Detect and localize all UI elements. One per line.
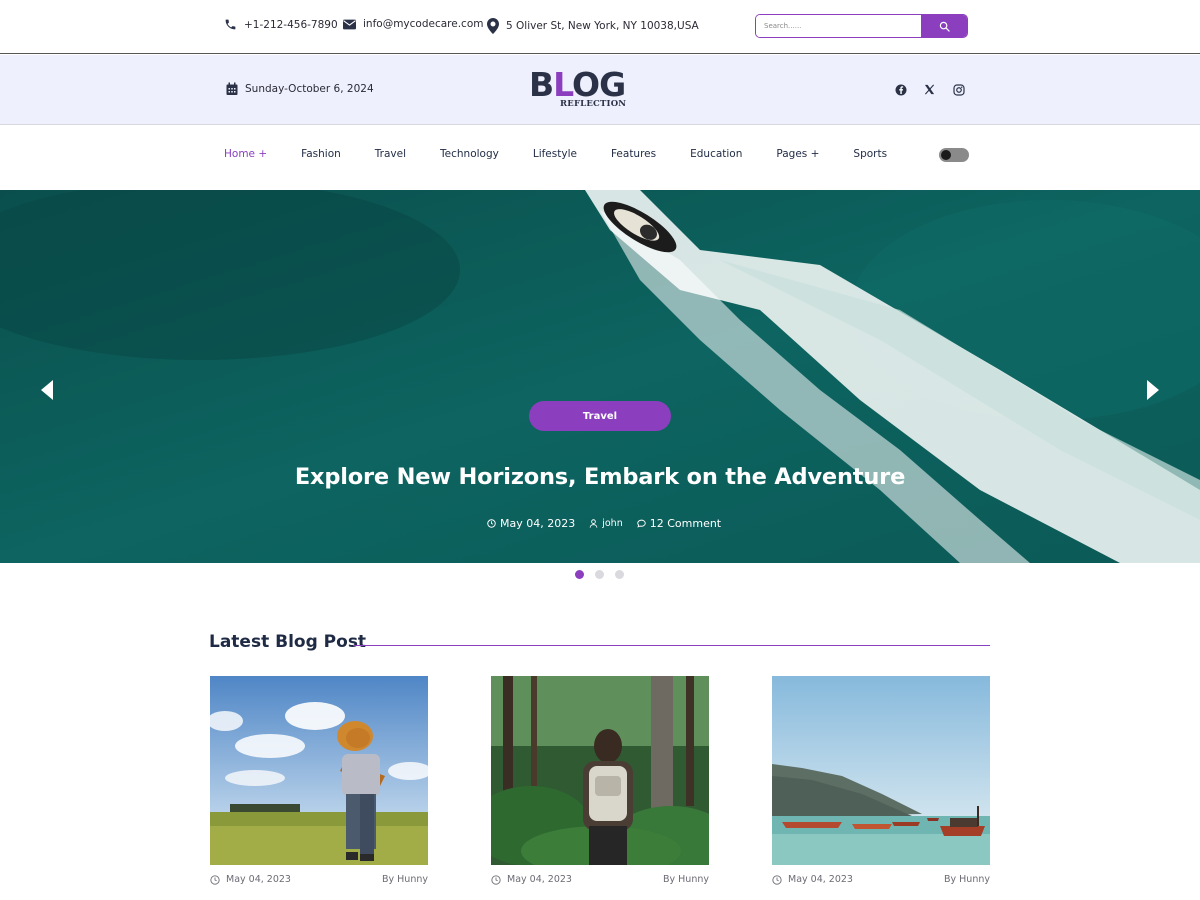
facebook-icon[interactable] bbox=[894, 83, 907, 96]
chevron-right-icon bbox=[1147, 380, 1159, 400]
date-text: Sunday-October 6, 2024 bbox=[245, 83, 374, 95]
slider-dot-1[interactable] bbox=[575, 570, 584, 579]
hero-slider: Travel Explore New Horizons, Embark on t… bbox=[0, 190, 1200, 563]
hero-category-tag[interactable]: Travel bbox=[529, 401, 671, 431]
nav-item-home[interactable]: Home + bbox=[224, 148, 267, 160]
clock-icon bbox=[772, 874, 782, 885]
blog-card-meta: May 04, 2023 By Hunny bbox=[772, 874, 990, 885]
blog-card-date: May 04, 2023 bbox=[491, 874, 572, 885]
clock-icon bbox=[491, 874, 501, 885]
slider-prev-button[interactable] bbox=[40, 380, 54, 400]
address-text: 5 Oliver St, New York, NY 10038,USA bbox=[506, 20, 699, 32]
section-divider bbox=[353, 645, 990, 646]
latest-section-title: Latest Blog Post bbox=[209, 632, 367, 652]
nav-item-sports[interactable]: Sports bbox=[853, 148, 887, 160]
clock-icon bbox=[487, 519, 496, 528]
comment-icon bbox=[637, 519, 646, 528]
blog-card-date-text: May 04, 2023 bbox=[507, 874, 572, 885]
nav-item-pages[interactable]: Pages + bbox=[776, 148, 819, 160]
site-logo[interactable]: BLOG REFLECTION bbox=[529, 65, 629, 113]
blog-card-image[interactable] bbox=[491, 676, 709, 865]
hero-title[interactable]: Explore New Horizons, Embark on the Adve… bbox=[0, 464, 1200, 490]
hero-author-text: john bbox=[602, 518, 623, 529]
nav-item-fashion[interactable]: Fashion bbox=[301, 148, 341, 160]
user-icon bbox=[589, 519, 598, 528]
blog-card-date: May 04, 2023 bbox=[772, 874, 853, 885]
hero-date: May 04, 2023 bbox=[487, 517, 575, 530]
email-contact[interactable]: info@mycodecare.com bbox=[343, 18, 483, 30]
blog-card-image[interactable] bbox=[210, 676, 428, 865]
hero-comments[interactable]: 12 Comment bbox=[637, 517, 721, 530]
slider-next-button[interactable] bbox=[1146, 380, 1160, 400]
nav-item-travel[interactable]: Travel bbox=[375, 148, 406, 160]
blog-card-date-text: May 04, 2023 bbox=[788, 874, 853, 885]
blog-card-author[interactable]: By Hunny bbox=[663, 874, 709, 885]
blog-card-meta: May 04, 2023 By Hunny bbox=[491, 874, 709, 885]
clock-icon bbox=[210, 874, 220, 885]
social-links bbox=[894, 83, 965, 96]
nav-item-education[interactable]: Education bbox=[690, 148, 742, 160]
search-box bbox=[755, 14, 968, 38]
hero-comments-text: 12 Comment bbox=[649, 517, 722, 530]
brand-header: Sunday-October 6, 2024 BLOG REFLECTION bbox=[0, 55, 1200, 125]
hero-image bbox=[0, 190, 1200, 563]
hero-author[interactable]: john bbox=[589, 518, 623, 529]
dark-mode-toggle[interactable] bbox=[939, 148, 969, 162]
blog-card-image[interactable] bbox=[772, 676, 990, 865]
calendar-icon bbox=[226, 82, 238, 95]
main-nav: Home + Fashion Travel Technology Lifesty… bbox=[0, 126, 1200, 190]
phone-icon bbox=[225, 19, 236, 30]
blog-card-meta: May 04, 2023 By Hunny bbox=[210, 874, 428, 885]
nav-item-lifestyle[interactable]: Lifestyle bbox=[533, 148, 577, 160]
blog-card-author[interactable]: By Hunny bbox=[382, 874, 428, 885]
blog-card: May 04, 2023 By Hunny bbox=[210, 676, 428, 885]
blog-card-date-text: May 04, 2023 bbox=[226, 874, 291, 885]
hero-meta: May 04, 2023 john 12 Comment bbox=[487, 517, 721, 530]
email-text: info@mycodecare.com bbox=[363, 18, 484, 30]
nav-item-technology[interactable]: Technology bbox=[440, 148, 499, 160]
slider-dot-3[interactable] bbox=[615, 570, 624, 579]
nav-menu: Home + Fashion Travel Technology Lifesty… bbox=[224, 148, 921, 160]
top-contact-bar: +1-212-456-7890 info@mycodecare.com 5 Ol… bbox=[0, 0, 1200, 54]
envelope-icon bbox=[343, 19, 356, 29]
blog-card: May 04, 2023 By Hunny bbox=[491, 676, 709, 885]
address-contact: 5 Oliver St, New York, NY 10038,USA bbox=[487, 18, 699, 34]
blog-card: May 04, 2023 By Hunny bbox=[772, 676, 990, 885]
slider-dot-2[interactable] bbox=[595, 570, 604, 579]
blog-card-author[interactable]: By Hunny bbox=[944, 874, 990, 885]
search-button[interactable] bbox=[921, 15, 967, 37]
phone-text: +1-212-456-7890 bbox=[244, 18, 338, 31]
instagram-icon[interactable] bbox=[952, 83, 965, 96]
search-icon bbox=[939, 21, 950, 32]
blog-card-date: May 04, 2023 bbox=[210, 874, 291, 885]
toggle-knob bbox=[941, 150, 951, 160]
x-icon[interactable] bbox=[923, 83, 936, 96]
chevron-left-icon bbox=[41, 380, 53, 400]
search-input[interactable] bbox=[756, 15, 921, 37]
logo-subtitle: REFLECTION bbox=[560, 99, 627, 109]
hero-date-text: May 04, 2023 bbox=[500, 517, 576, 530]
phone-contact[interactable]: +1-212-456-7890 bbox=[224, 18, 338, 31]
map-pin-icon bbox=[487, 18, 499, 34]
slider-pagination bbox=[575, 570, 624, 579]
nav-item-features[interactable]: Features bbox=[611, 148, 656, 160]
current-date: Sunday-October 6, 2024 bbox=[226, 82, 374, 96]
